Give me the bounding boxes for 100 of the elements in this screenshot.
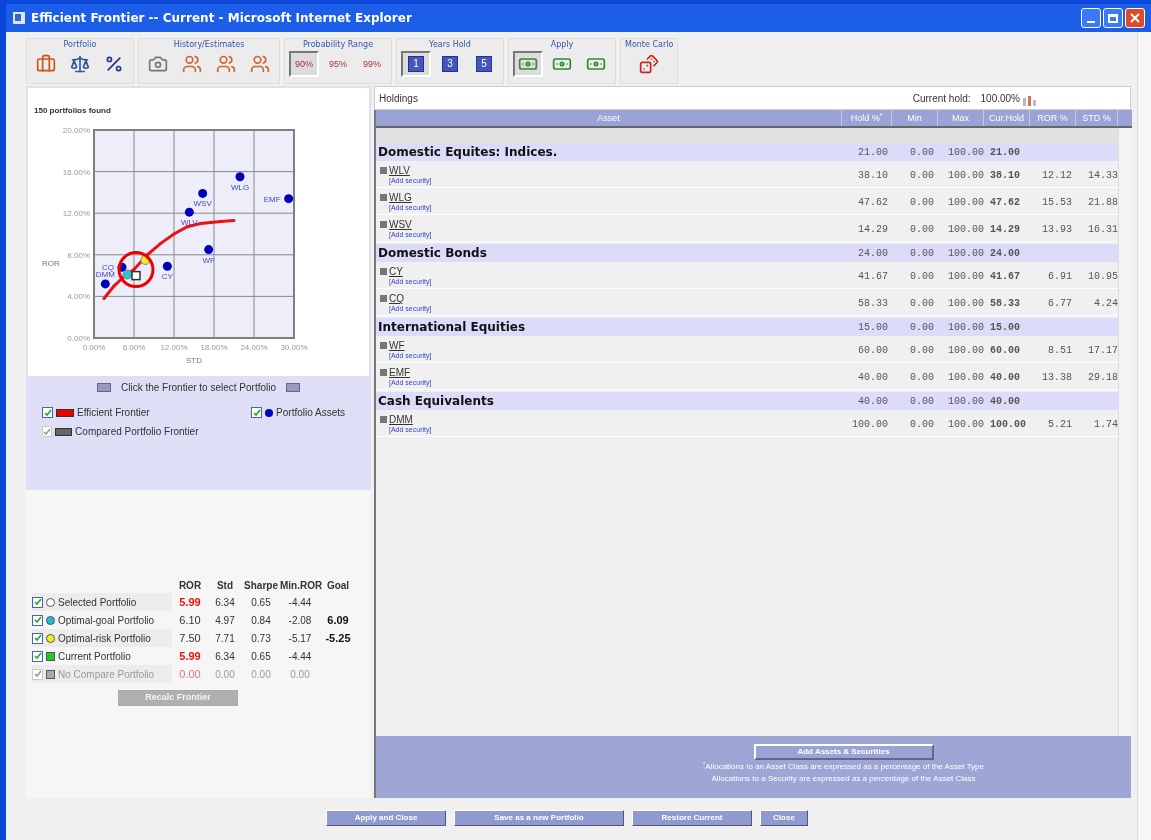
ror-cell-text: 5.21: [1047, 417, 1073, 432]
y-tick-label: 16.00%: [62, 167, 90, 177]
portfolio-point[interactable]: [284, 194, 294, 204]
toolbar-button[interactable]: 95%: [323, 51, 353, 77]
max-cell-text: 100.00: [947, 417, 984, 432]
scrollbar[interactable]: [1118, 128, 1131, 736]
toolbar-button[interactable]: 1: [401, 51, 431, 77]
std-value: 7.71: [214, 631, 236, 646]
toolbar-button[interactable]: [513, 51, 543, 77]
std-cell-text: 10.95: [1087, 269, 1118, 284]
column-header: Goal: [325, 579, 351, 593]
checkbox[interactable]: [42, 407, 53, 418]
previous-button[interactable]: [96, 383, 111, 392]
toolbar-button[interactable]: 99%: [357, 51, 387, 77]
page-scrollbar[interactable]: [1137, 32, 1151, 840]
goal-value: -5.25: [324, 630, 352, 646]
people-icon: [182, 54, 202, 74]
cur-hold-cell-text: 58.33: [989, 296, 1021, 311]
column-header: Std: [215, 579, 235, 593]
min-ror-value: -5.17: [287, 631, 313, 646]
checkbox[interactable]: [32, 632, 43, 644]
portfolio-point[interactable]: [198, 188, 208, 198]
browser-icon: [12, 11, 26, 25]
cur-hold-cell-text: 100.00: [989, 417, 1027, 432]
ror-cell-text: 6.91: [1047, 269, 1073, 284]
checkbox[interactable]: [32, 614, 43, 626]
asset-name[interactable]: WLG: [389, 192, 412, 203]
asset-name[interactable]: WLV: [389, 165, 410, 176]
max-cell-text: 100.00: [947, 320, 984, 335]
cur-hold-cell-text: 21.00: [989, 145, 1021, 160]
checkbox[interactable]: [32, 650, 43, 662]
std-cell-text: 1.74: [1093, 417, 1118, 432]
holdings-title: Holdings: [379, 91, 418, 106]
toolbar-group-label: Monte Carlo: [625, 39, 674, 51]
allocation-note: Allocations to a Security are expressed as a percentage of the Asset Class: [711, 773, 976, 784]
current-hold-value: 100.00%: [980, 91, 1020, 106]
asset-name[interactable]: WF: [389, 340, 405, 351]
goal-value: 6.09: [326, 612, 350, 628]
y-axis-label: ROR: [42, 259, 60, 268]
maximize-button[interactable]: [1103, 8, 1123, 28]
sharpe-value: 0.73: [250, 631, 272, 646]
hold-cell-text: 15.00: [857, 320, 889, 335]
std-cell-text: 4.24: [1093, 296, 1118, 311]
asset-name[interactable]: DMM: [389, 414, 413, 425]
toolbar-button[interactable]: 90%: [289, 51, 319, 77]
ror-cell-text: 13.93: [1041, 222, 1073, 237]
camera-icon: [148, 54, 168, 74]
max-cell-text: 100.00: [947, 296, 984, 311]
hold-cell-text: 24.00: [857, 246, 889, 261]
asset-name[interactable]: CY: [389, 266, 403, 277]
minimize-button[interactable]: [1081, 8, 1101, 28]
cur-hold-cell-text: 41.67: [989, 269, 1021, 284]
ror-value: 5.99: [178, 648, 202, 664]
ror-value: 6.10: [178, 612, 202, 628]
ror-cell-text: 13.38: [1041, 370, 1073, 385]
toolbar-button-label: 90%: [295, 58, 313, 71]
toolbar-button[interactable]: 5: [469, 51, 499, 77]
column-header: ROR: [177, 579, 203, 593]
std-cell-text: 17.17: [1087, 343, 1118, 358]
sharpe-value: 0.65: [250, 649, 272, 664]
portfolio-point[interactable]: [204, 245, 214, 255]
min-ror-value: -4.44: [287, 649, 313, 664]
min-cell-text: 0.00: [909, 145, 935, 160]
toolbar-button-label: 95%: [329, 58, 347, 71]
hold-cell-text: 47.62: [857, 195, 889, 210]
portfolio-marker[interactable]: [131, 270, 141, 281]
asset-name[interactable]: CQ: [389, 293, 404, 304]
max-cell-text: 100.00: [947, 394, 984, 409]
x-tick-label: 24.00%: [240, 343, 268, 352]
x-tick-label: 0.00%: [82, 343, 106, 352]
min-cell-text: 0.00: [909, 370, 935, 385]
min-ror-value: -4.44: [287, 595, 313, 610]
std-value: 6.34: [214, 649, 236, 664]
portfolio-point[interactable]: [235, 172, 245, 182]
checkbox[interactable]: [32, 596, 43, 608]
point-label: WSV: [193, 199, 212, 209]
asset-name[interactable]: WSV: [389, 219, 412, 230]
max-cell-text: 100.00: [947, 145, 984, 160]
x-tick-label: 12.00%: [160, 343, 188, 352]
y-tick-label: 8.00%: [67, 250, 90, 260]
min-cell-text: 0.00: [909, 394, 935, 409]
asset-name[interactable]: EMF: [389, 367, 411, 378]
toolbar-button[interactable]: 3: [435, 51, 465, 77]
y-tick-label: 12.00%: [62, 209, 90, 219]
hold-cell-text: 40.00: [857, 394, 889, 409]
y-tick-label: 0.00%: [67, 334, 90, 343]
portfolios-found: 150 portfolios found: [34, 106, 112, 116]
checkbox[interactable]: [251, 407, 263, 418]
portfolio-point[interactable]: [184, 207, 194, 217]
close-button[interactable]: [1125, 8, 1145, 28]
portfolio-point[interactable]: [122, 269, 133, 280]
ror-value: 5.99: [178, 594, 202, 610]
portfolio-point[interactable]: [162, 261, 172, 271]
legend-label: Efficient Frontier: [77, 406, 150, 420]
min-cell-text: 0.00: [909, 269, 935, 284]
next-button[interactable]: [286, 383, 301, 392]
min-cell-text: 0.00: [909, 195, 935, 210]
percent-icon: [104, 54, 124, 74]
portfolio-point[interactable]: [100, 279, 110, 289]
point-label: CY: [161, 272, 173, 282]
